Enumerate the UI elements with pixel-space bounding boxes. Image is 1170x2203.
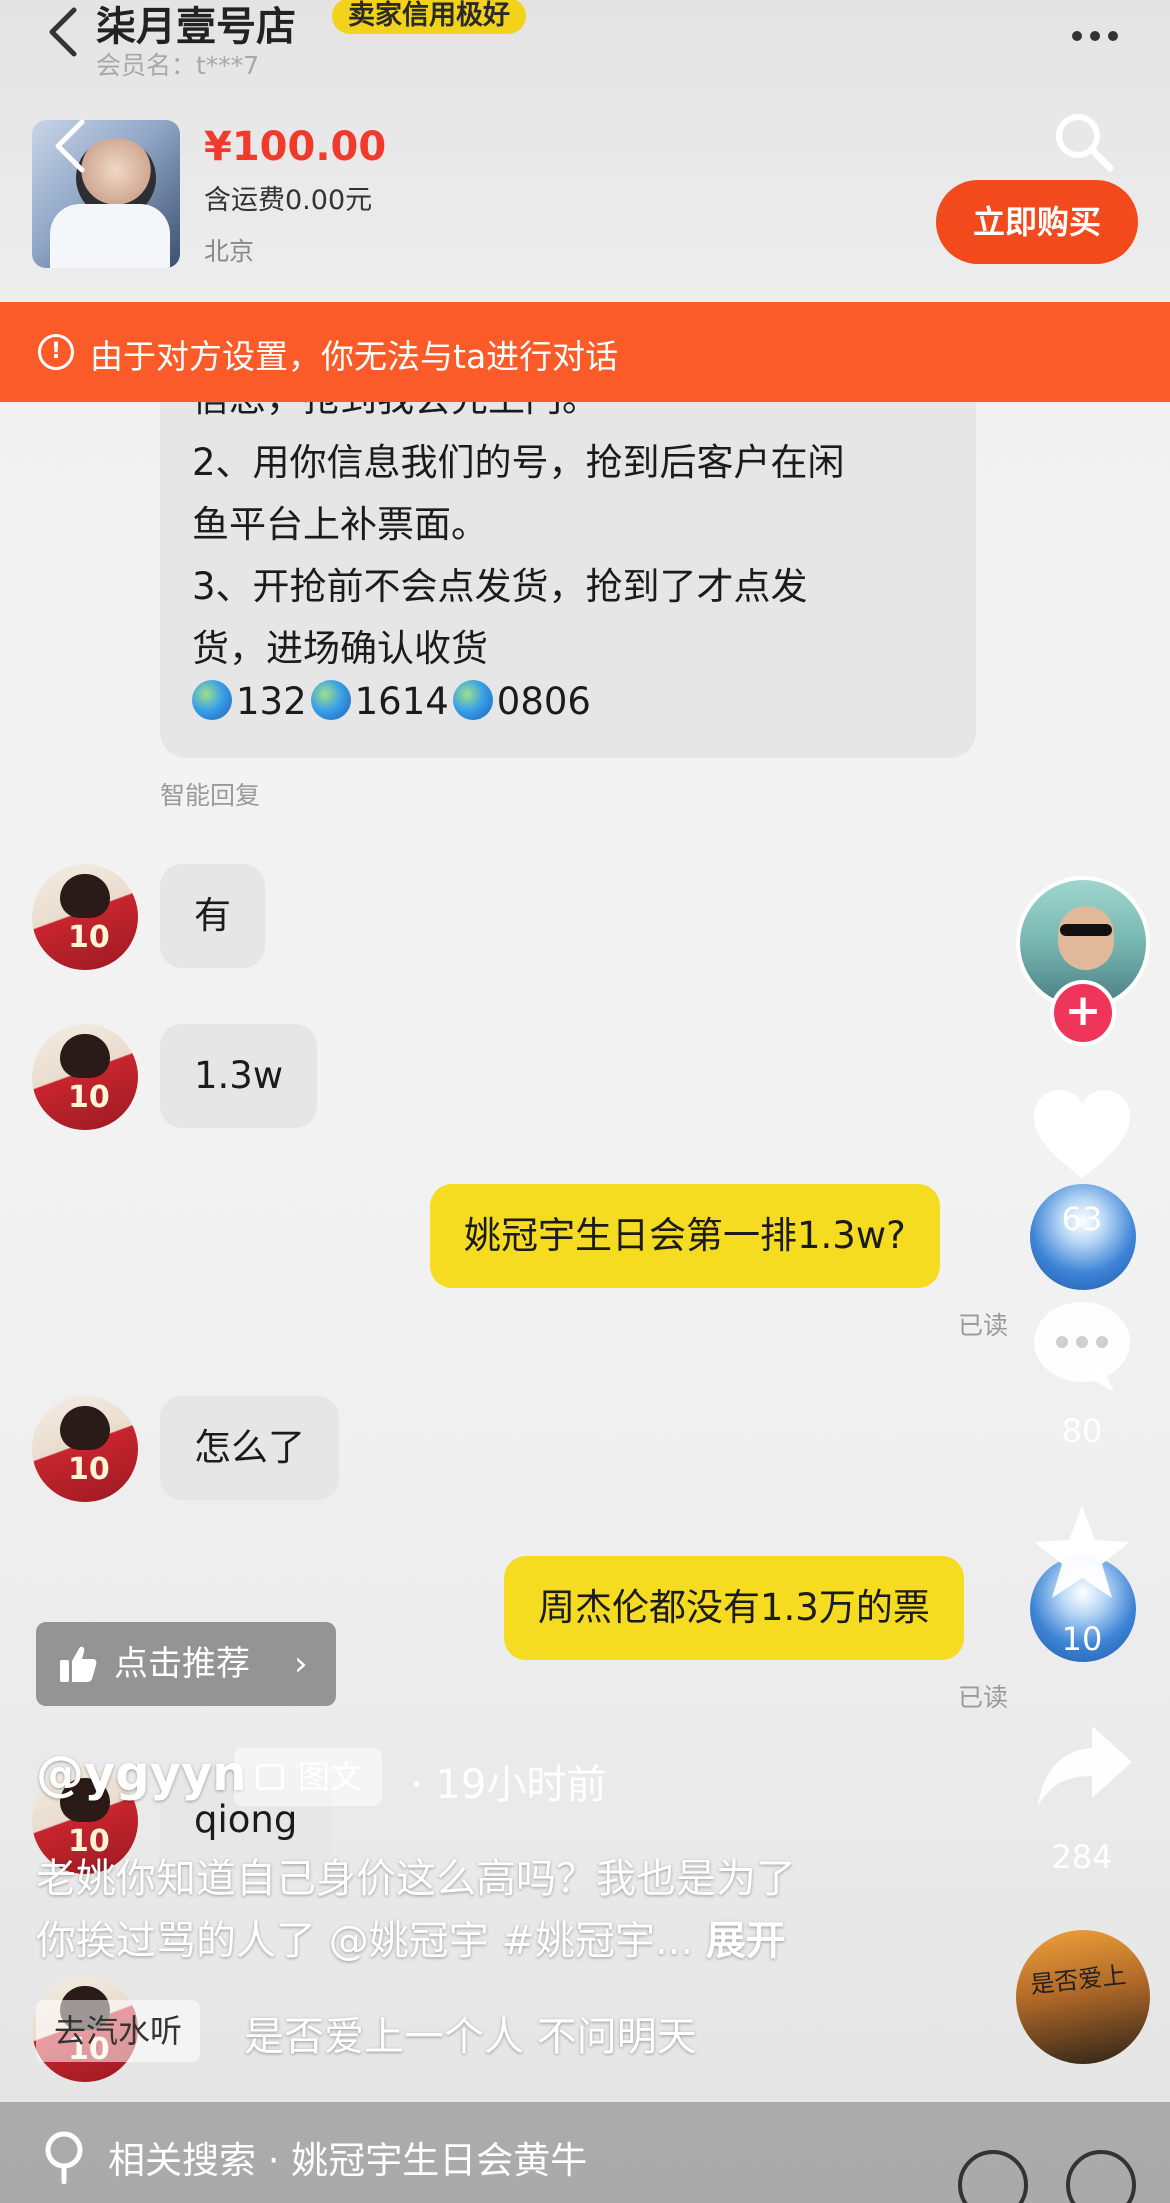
music-disc-text: 是否爱上 — [1029, 1961, 1128, 1999]
seller-avatar[interactable]: 10 — [32, 864, 138, 970]
message-bubble: 怎么了 — [160, 1396, 339, 1500]
phone-part: 1614 — [354, 680, 449, 723]
post-type-tag: 图文 — [234, 1748, 383, 1806]
message-bubble: 有 — [160, 864, 265, 968]
product-location: 北京 — [204, 237, 255, 266]
auto-reply-line: 鱼平台上补票面。 — [192, 503, 488, 546]
message-bubble: 姚冠宇生日会第一排1.3w? — [430, 1184, 940, 1288]
product-price: ¥100.00 — [204, 124, 387, 170]
share-arrow-icon[interactable] — [1034, 1722, 1134, 1810]
like-heart-icon[interactable] — [1030, 1088, 1134, 1184]
buy-now-button[interactable]: 立即购买 — [936, 180, 1138, 264]
video-back-arrow-icon[interactable] — [50, 118, 90, 174]
caption-line: 老姚你知道自己身价这么高吗？我也是为了 — [36, 1856, 796, 1902]
globe-emoji-icon — [452, 680, 493, 720]
phone-part: 0806 — [496, 680, 591, 723]
phone-part: 132 — [236, 680, 307, 723]
follow-button[interactable]: + — [1050, 980, 1116, 1046]
message-bubble: 周杰伦都没有1.3万的票 — [504, 1556, 964, 1660]
globe-emoji-icon — [310, 680, 351, 720]
seller-avatar[interactable]: 10 — [32, 1396, 138, 1502]
favorite-star-icon[interactable] — [1030, 1502, 1134, 1602]
message-bubble: 1.3w — [160, 1024, 318, 1128]
caption-line: 你挨过骂的人了 @姚冠宇 #姚冠宇... 展开 — [36, 1908, 786, 1966]
auto-reply-line: 货，进场确认收货 — [192, 627, 488, 670]
related-search-icon — [45, 2131, 83, 2184]
search-icon[interactable] — [1052, 110, 1116, 174]
seller-avatar[interactable]: 10 — [32, 1024, 138, 1130]
chevron-right-icon: › — [294, 1644, 308, 1684]
phone-number-line: 132 1614 0806 — [192, 680, 591, 723]
smart-reply-label: 智能回复 — [160, 781, 261, 810]
back-arrow-icon[interactable] — [44, 6, 84, 58]
author-handle[interactable]: @ygyyn — [36, 1746, 246, 1802]
recommend-button[interactable]: 点击推荐 › — [36, 1622, 336, 1706]
read-status: 已读 — [958, 1311, 1009, 1340]
like-count: 63 — [1061, 1200, 1103, 1238]
music-title[interactable]: 是否爱上一个人 不问明天 — [244, 2004, 724, 2062]
music-disc[interactable]: 是否爱上 — [1016, 1930, 1150, 2064]
expand-caption-link[interactable]: 展开 — [706, 1918, 786, 1964]
favorite-count: 10 — [1061, 1620, 1103, 1658]
image-post-icon — [256, 1764, 284, 1790]
related-search-text[interactable]: 相关搜索 · 姚冠宇生日会黄牛 — [108, 2130, 587, 2184]
read-status: 已读 — [958, 1683, 1009, 1712]
listen-in-qishui-button[interactable]: 去汽水听 — [36, 2000, 201, 2062]
shop-name[interactable]: 柒月壹号店 — [96, 0, 296, 52]
member-name: 会员名：t***7 — [96, 51, 260, 80]
post-time: · 19小时前 — [410, 1762, 607, 1808]
thumbs-up-icon — [60, 1646, 97, 1682]
share-count: 284 — [1051, 1838, 1113, 1876]
recommend-label: 点击推荐 — [114, 1644, 250, 1684]
auto-reply-line: 2、用你信息我们的号，抢到后客户在闲 — [192, 441, 845, 484]
comment-count: 80 — [1061, 1412, 1103, 1450]
shipping-fee: 含运费0.00元 — [204, 185, 373, 216]
comment-bubble-icon[interactable] — [1030, 1298, 1134, 1394]
seller-credit-badge: 卖家信用极好 — [332, 0, 526, 34]
globe-emoji-icon — [192, 680, 232, 720]
more-options-icon[interactable] — [1072, 26, 1130, 41]
alert-icon: ! — [38, 334, 74, 370]
chat-disabled-text: 由于对方设置，你无法与ta进行对话 — [90, 337, 619, 376]
auto-reply-line: 3、开抢前不会点发货，抢到了才点发 — [192, 565, 808, 608]
post-type-label: 图文 — [298, 1758, 363, 1796]
caption-text: 你挨过骂的人了 @姚冠宇 #姚冠宇... — [36, 1918, 694, 1964]
